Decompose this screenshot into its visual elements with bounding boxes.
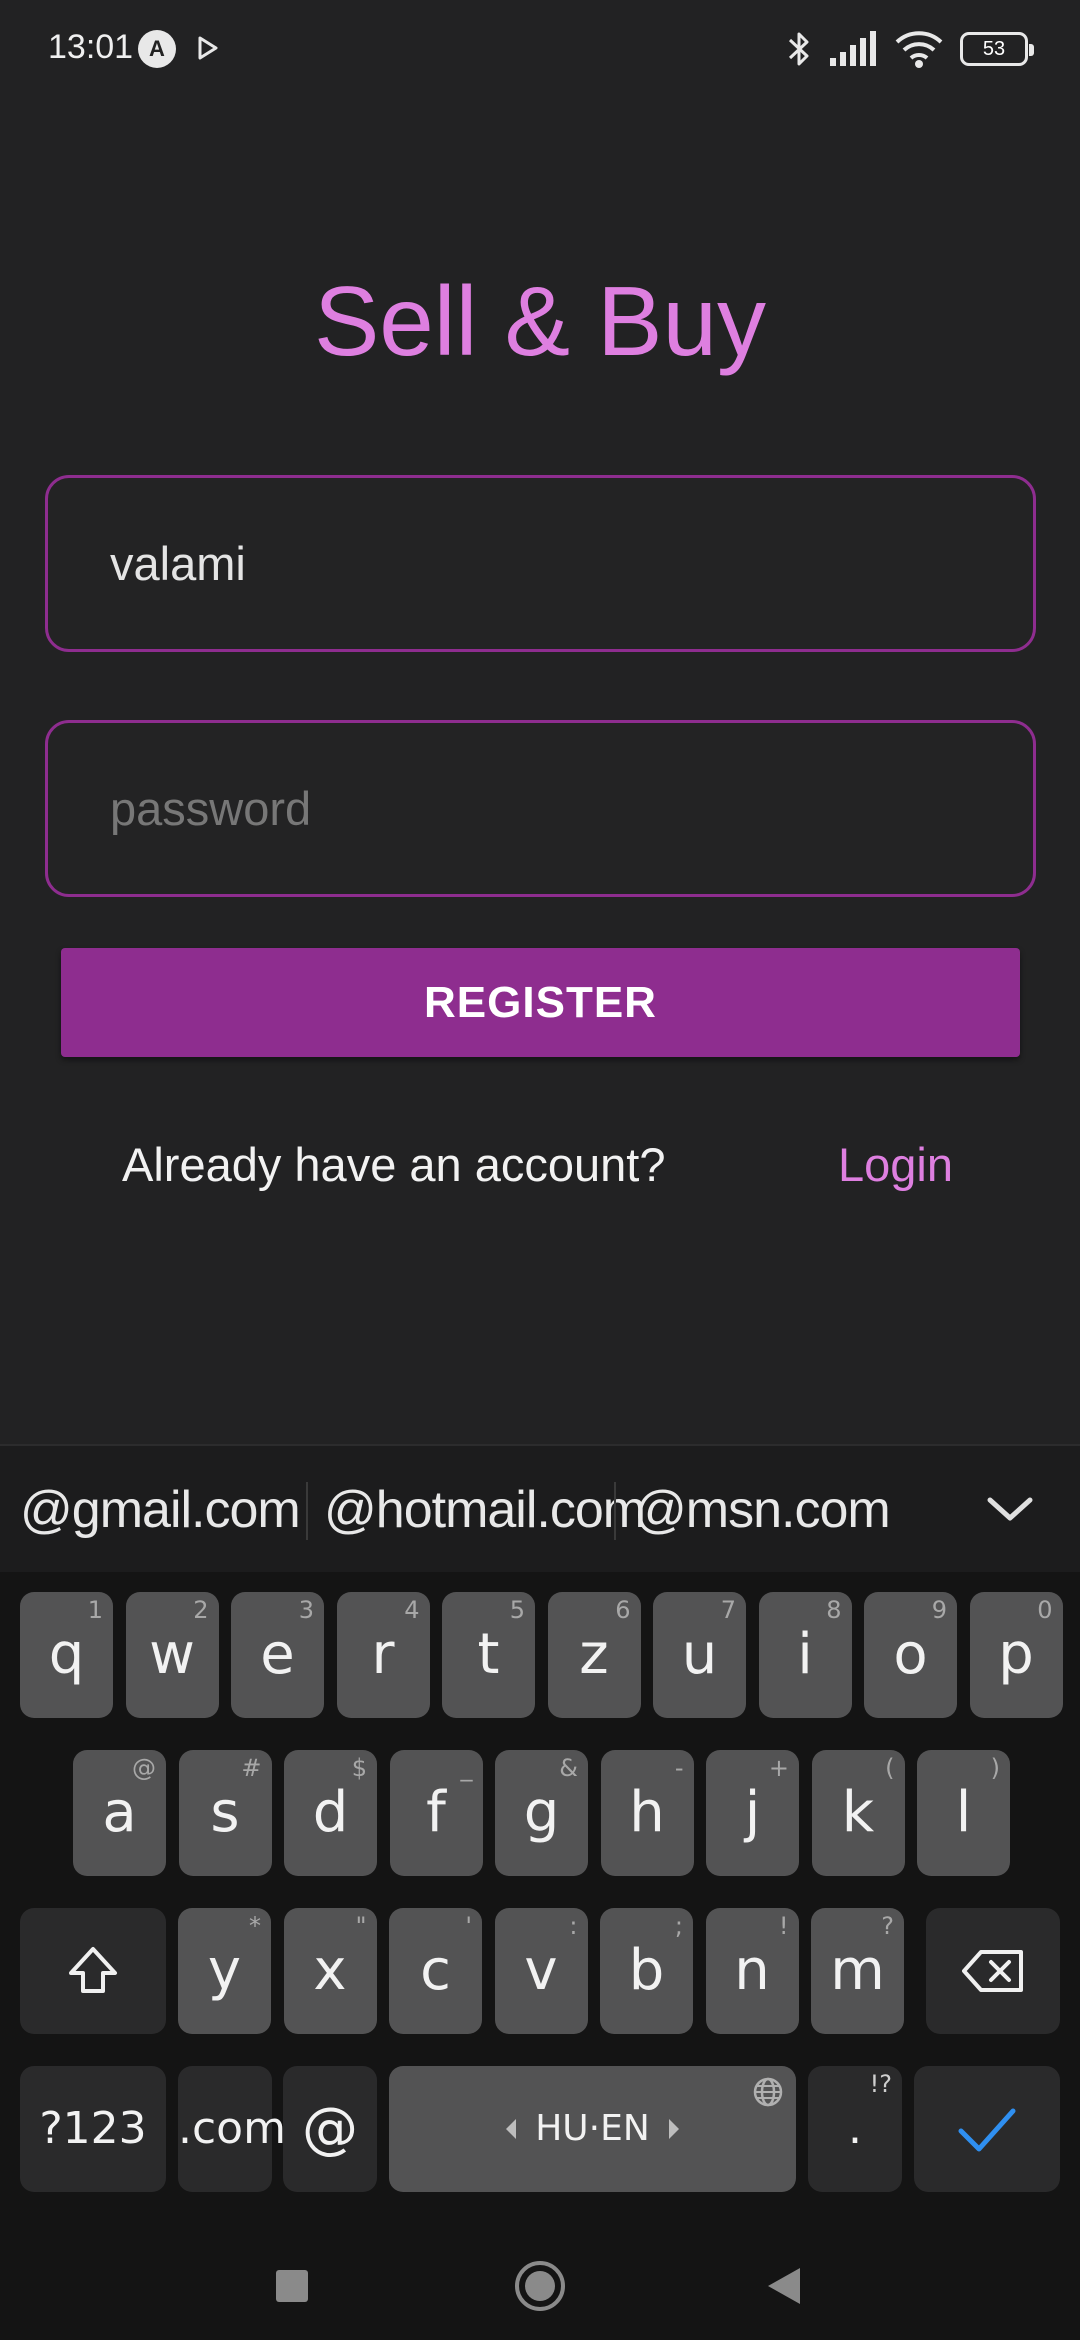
key-hint: 6	[615, 1596, 631, 1624]
dotcom-key-label: .com	[178, 2103, 286, 2154]
key-d[interactable]: d $	[284, 1750, 377, 1876]
key-hint: 2	[193, 1596, 209, 1624]
symbols-key-label: ?123	[39, 2103, 147, 2154]
key-hint: ?	[881, 1912, 894, 1940]
key-b[interactable]: b;	[600, 1908, 693, 2034]
key-hint: &	[559, 1754, 578, 1782]
key-l[interactable]: l)	[917, 1750, 1010, 1876]
password-field[interactable]	[45, 720, 1036, 897]
key-e[interactable]: e3	[231, 1592, 324, 1718]
key-hint: )	[990, 1754, 1000, 1782]
suggestion-msn[interactable]: @msn.com	[634, 1446, 891, 1574]
key-k[interactable]: k(	[811, 1750, 905, 1876]
caret-right-icon	[669, 2119, 679, 2139]
key-n[interactable]: n!	[705, 1908, 799, 2034]
space-key[interactable]: HU·EN	[389, 2066, 796, 2192]
login-link[interactable]: Login	[838, 1137, 953, 1192]
key-z[interactable]: z6	[547, 1592, 641, 1718]
at-key[interactable]: @	[283, 2066, 377, 2192]
key-hint: !	[778, 1912, 789, 1940]
key-hint: 8	[826, 1596, 842, 1624]
key-hint: $	[351, 1754, 367, 1782]
wifi-icon	[895, 31, 943, 68]
register-button[interactable]: REGISTER	[61, 948, 1020, 1057]
key-o[interactable]: o9	[864, 1592, 957, 1718]
status-time: 13:01	[48, 28, 134, 66]
chevron-down-icon[interactable]	[980, 1480, 1040, 1540]
key-hint: @	[132, 1754, 156, 1782]
key-hint: 7	[720, 1596, 736, 1624]
suggestion-hotmail[interactable]: @hotmail.com	[324, 1446, 646, 1574]
signal-icon	[830, 31, 876, 66]
key-hint: 0	[1037, 1596, 1053, 1624]
key-hint: _	[460, 1754, 473, 1782]
key-s[interactable]: s #	[178, 1750, 272, 1876]
password-input[interactable]	[110, 723, 990, 894]
key-hint: -	[674, 1754, 684, 1782]
suggestion-divider	[614, 1482, 616, 1540]
key-a[interactable]: a @	[73, 1750, 166, 1876]
space-key-label: HU·EN	[535, 2108, 650, 2149]
period-key-hint: !?	[869, 2070, 892, 2098]
key-m[interactable]: m?	[811, 1908, 904, 2034]
key-i[interactable]: i8	[758, 1592, 852, 1718]
checkmark-icon	[958, 2108, 1016, 2152]
app-title: Sell & Buy	[313, 266, 767, 376]
suggestion-gmail[interactable]: @gmail.com	[20, 1446, 301, 1574]
key-hint: *	[249, 1912, 261, 1940]
period-key[interactable]: . !?	[808, 2066, 902, 2192]
key-y[interactable]: y *	[178, 1908, 271, 2034]
at-key-label: @	[302, 2096, 358, 2161]
key-hint: 5	[509, 1596, 525, 1624]
dotcom-key[interactable]: .com	[178, 2066, 286, 2192]
key-r[interactable]: r4	[336, 1592, 430, 1718]
key-p[interactable]: p0	[969, 1592, 1063, 1718]
symbols-key[interactable]: ?123	[20, 2066, 166, 2192]
system-nav-bar	[0, 2232, 1080, 2340]
key-w[interactable]: w2	[125, 1592, 219, 1718]
shift-key[interactable]	[20, 1908, 166, 2034]
app-notification-icon: A	[138, 30, 176, 68]
status-bar: 13:01 A 53	[0, 0, 1080, 100]
key-h[interactable]: h-	[600, 1750, 694, 1876]
backspace-key[interactable]	[926, 1908, 1060, 2034]
recents-button[interactable]	[272, 2266, 312, 2306]
home-button[interactable]	[513, 2259, 567, 2313]
username-input[interactable]	[110, 478, 990, 649]
bluetooth-icon	[788, 32, 809, 66]
back-button[interactable]	[764, 2264, 804, 2308]
username-field[interactable]	[45, 475, 1036, 652]
key-hint: "	[355, 1912, 367, 1940]
battery-indicator: 53	[960, 32, 1034, 66]
key-hint: '	[465, 1912, 472, 1940]
already-have-account-text: Already have an account?	[122, 1138, 666, 1191]
key-hint: 3	[298, 1596, 314, 1624]
key-hint: 4	[404, 1596, 420, 1624]
key-f[interactable]: f _	[389, 1750, 483, 1876]
key-hint: +	[768, 1754, 789, 1782]
key-c[interactable]: c '	[389, 1908, 482, 2034]
key-hint: :	[569, 1912, 578, 1940]
key-hint: (	[885, 1754, 895, 1782]
key-x[interactable]: x "	[283, 1908, 377, 2034]
backspace-icon	[962, 1950, 1023, 1992]
key-t[interactable]: t5	[442, 1592, 535, 1718]
key-v[interactable]: v:	[494, 1908, 588, 2034]
suggestion-divider	[306, 1482, 308, 1540]
play-notification-icon	[198, 36, 218, 60]
key-hint: #	[241, 1754, 262, 1782]
key-u[interactable]: u7	[653, 1592, 746, 1718]
enter-key[interactable]	[914, 2066, 1060, 2192]
key-g[interactable]: g &	[495, 1750, 588, 1876]
keyboard-suggestion-bar: @gmail.com @hotmail.com @msn.com	[0, 1444, 1080, 1572]
shift-icon	[69, 1947, 117, 1993]
status-icons: 53	[786, 26, 1034, 72]
keyboard: ?123 .com @ HU·EN . !? q1w2e3r4t5z6u7i8o…	[0, 1572, 1080, 2232]
key-hint: 1	[87, 1596, 103, 1624]
key-hint: 9	[931, 1596, 947, 1624]
key-j[interactable]: j +	[706, 1750, 799, 1876]
key-q[interactable]: q1	[20, 1592, 113, 1718]
key-hint: ;	[674, 1912, 683, 1940]
